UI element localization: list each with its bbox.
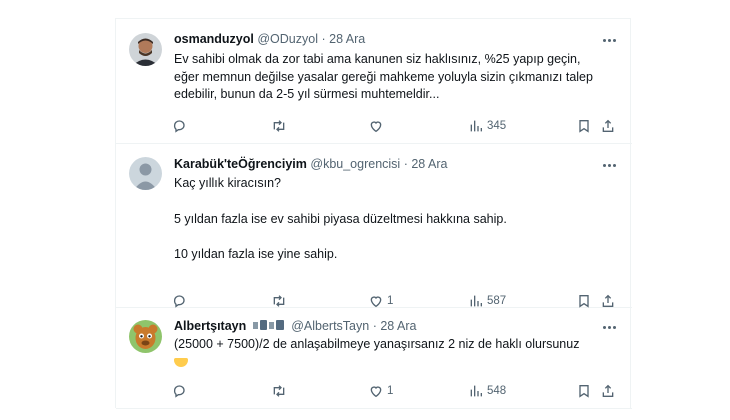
reply-icon [173, 120, 185, 133]
tweet-text-line: (25000 + 7500)/2 de anlaşabilmeye yanaşı… [174, 337, 580, 351]
tweet[interactable]: Karabük'teÖğrenciyim @kbu_ogrencisi · 28… [116, 145, 632, 308]
user-handle[interactable]: @AlbertsTayn [291, 319, 369, 333]
heart-icon [370, 121, 382, 133]
likes-count: 1 [387, 295, 394, 307]
display-name[interactable]: osmanduzyol [174, 32, 254, 46]
share-button[interactable] [600, 117, 616, 135]
retweet-icon [273, 295, 285, 307]
bookmark-button[interactable] [576, 382, 592, 400]
tweet-actions: 1 587 [172, 292, 622, 310]
views-chart-icon [470, 120, 482, 132]
tweet-text: Ev sahibi olmak da zor tabi ama kanunen … [174, 51, 614, 104]
retweet-button[interactable] [271, 292, 287, 310]
like-button[interactable]: 1 [368, 382, 393, 400]
display-name[interactable]: Albertşıtayn [174, 319, 246, 333]
smiling-face-with-hand-over-mouth-icon [174, 357, 188, 367]
separator: · [372, 319, 377, 333]
views-count: 548 [487, 385, 507, 397]
tweet-header: Albertşıtayn @AlbertsTayn · 28 Ara [174, 318, 417, 335]
like-button[interactable]: 1 [368, 292, 393, 310]
tweet-text-line: Kaç yıllık kiracısın? [174, 176, 281, 190]
tweet-text-line: 5 yıldan fazla ise ev sahibi piyasa düze… [174, 211, 507, 226]
more-options-icon[interactable] [602, 319, 618, 333]
tweet-text-line: 10 yıldan fazla ise yine sahip. [174, 247, 338, 261]
avatar[interactable] [129, 320, 162, 353]
reply-icon [173, 385, 185, 398]
likes-count: 1 [387, 385, 394, 397]
views-button[interactable]: 587 [468, 292, 506, 310]
name-emoji-icons [252, 319, 286, 335]
display-name[interactable]: Karabük'teÖğrenciyim [174, 157, 307, 171]
user-handle[interactable]: @ODuzyol [257, 32, 318, 46]
retweet-button[interactable] [271, 117, 287, 135]
heart-icon [370, 386, 382, 398]
bookmark-icon [579, 295, 589, 308]
reply-thread: osmanduzyol @ODuzyol · 28 Ara Ev sahibi … [115, 18, 632, 409]
bookmark-button[interactable] [576, 117, 592, 135]
tweet-text-line: edebilir, bunun da 2-5 yıl sürmesi muhte… [174, 87, 440, 101]
share-button[interactable] [600, 382, 616, 400]
retweet-icon [273, 120, 285, 132]
reply-button[interactable] [172, 292, 188, 310]
separator: · [403, 157, 408, 171]
tweet[interactable]: osmanduzyol @ODuzyol · 28 Ara Ev sahibi … [116, 19, 632, 144]
views-chart-icon [470, 295, 482, 307]
tweet-header: osmanduzyol @ODuzyol · 28 Ara [174, 31, 365, 47]
timestamp[interactable]: 28 Ara [380, 319, 416, 333]
user-handle[interactable]: @kbu_ogrencisi [310, 157, 400, 171]
separator: · [321, 32, 326, 46]
tweet-text: (25000 + 7500)/2 de anlaşabilmeye yanaşı… [174, 336, 614, 372]
avatar[interactable] [129, 33, 162, 66]
views-button[interactable]: 548 [468, 382, 506, 400]
timestamp[interactable]: 28 Ara [329, 32, 365, 46]
views-count: 587 [487, 295, 507, 307]
views-button[interactable]: 345 [468, 117, 506, 135]
share-button[interactable] [600, 292, 616, 310]
tweet-actions: 345 [172, 117, 622, 135]
share-icon [602, 119, 614, 132]
views-chart-icon [470, 385, 482, 397]
share-icon [602, 294, 614, 307]
avatar[interactable] [129, 157, 162, 190]
reply-button[interactable] [172, 382, 188, 400]
tweet-text-line: eğer memnun değilse yasalar gereği mahke… [174, 69, 593, 84]
reply-button[interactable] [172, 117, 188, 135]
views-count: 345 [487, 120, 507, 132]
like-button[interactable] [368, 117, 384, 135]
retweet-button[interactable] [271, 382, 287, 400]
tweet[interactable]: Albertşıtayn @AlbertsTayn · 28 Ara (2500… [116, 309, 632, 409]
retweet-icon [273, 385, 285, 397]
bookmark-icon [579, 120, 589, 133]
more-options-icon[interactable] [602, 157, 618, 171]
bookmark-button[interactable] [576, 292, 592, 310]
tweet-actions: 1 548 [172, 382, 622, 400]
bookmark-icon [579, 385, 589, 398]
share-icon [602, 384, 614, 397]
tweet-text-line: Ev sahibi olmak da zor tabi ama kanunen … [174, 52, 581, 66]
timestamp[interactable]: 28 Ara [411, 157, 447, 171]
tweet-text: Kaç yıllık kiracısın? 5 yıldan fazla ise… [174, 175, 614, 264]
reply-icon [173, 295, 185, 308]
tweet-header: Karabük'teÖğrenciyim @kbu_ogrencisi · 28… [174, 156, 447, 172]
heart-icon [370, 296, 382, 308]
more-options-icon[interactable] [602, 32, 618, 46]
